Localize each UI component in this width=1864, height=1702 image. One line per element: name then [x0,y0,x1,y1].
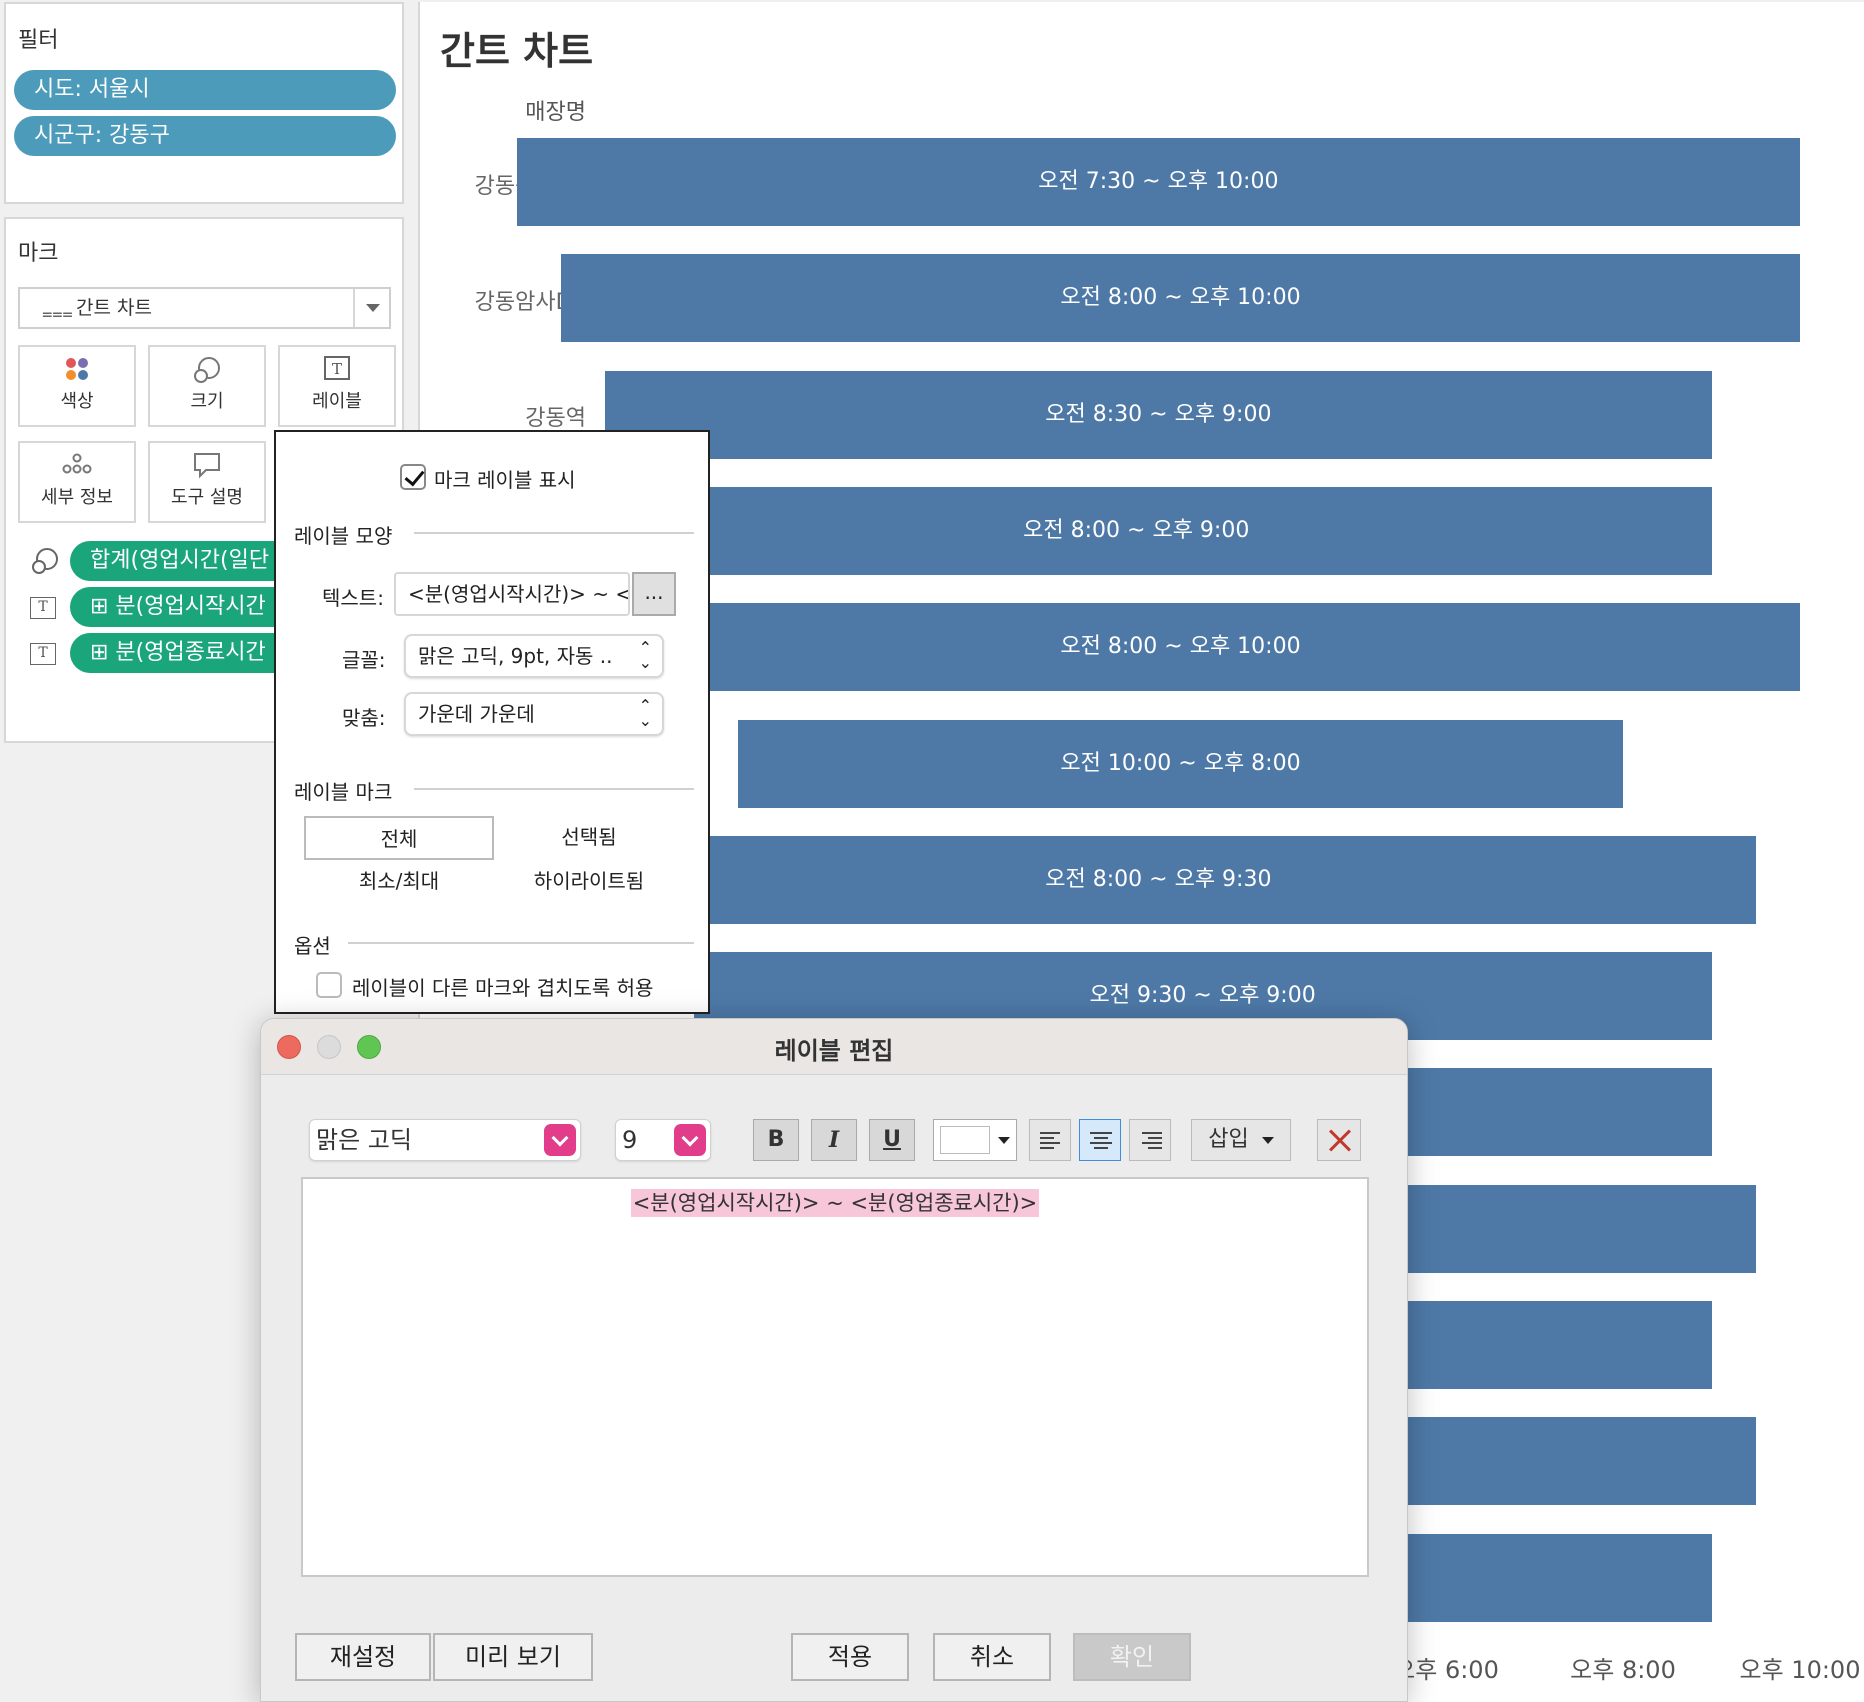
x-tick-label: 오후 6:00 [1393,1656,1499,1684]
up-down-icon: ⌃ ⌄ [638,638,652,672]
align-left-button[interactable] [1029,1119,1071,1161]
label-marks-all[interactable]: 전체 [304,816,494,860]
chart-title: 간트 차트 [440,29,594,73]
apply-button[interactable]: 적용 [791,1633,909,1681]
tooltip-label: 도구 설명 [171,487,243,508]
filters-title: 필터 [18,28,59,53]
detail-button[interactable]: 세부 정보 [18,441,136,523]
font-field-label: 글꼴: [342,648,386,672]
font-color-picker[interactable] [933,1119,1017,1161]
edit-label-dialog: 레이블 편집 맑은 고딕 9 B I U 삽입 <분(영업시작시간)> ~ <분… [260,1018,1408,1702]
align-select-value: 가운데 가운데 [418,702,535,726]
insert-menu-button[interactable]: 삽입 [1191,1119,1291,1161]
gantt-bar[interactable]: 오전 8:00 ~ 오후 10:00 [561,603,1800,692]
x-tick-label: 오후 8:00 [1570,1656,1676,1684]
font-size-select[interactable]: 9 [615,1119,711,1161]
label-button[interactable]: T 레이블 [278,345,396,427]
gantt-bar[interactable]: 오전 8:00 ~ 오후 9:00 [561,486,1712,575]
gantt-bar[interactable]: 오전 7:30 ~ 오후 10:00 [516,138,1800,226]
chevron-down-icon [998,1137,1010,1144]
align-center-button[interactable] [1079,1119,1121,1161]
color-label: 색상 [60,391,94,412]
options-section-title: 옵션 [294,934,331,958]
detail-label: 세부 정보 [41,487,113,508]
label-shelf-icon: T [30,597,56,619]
allow-overlap-checkbox[interactable] [316,972,342,998]
clear-formatting-icon[interactable] [1317,1119,1361,1161]
allow-overlap-text: 레이블이 다른 마크와 겹치도록 허용 [352,976,654,1000]
editor-content: <분(영업시작시간)> ~ <분(영업종료시간)> [303,1187,1367,1217]
label-popup: 마크 레이블 표시 레이블 모양 텍스트: <분(영업시작시간)> ~ <분( … [274,430,710,1014]
font-select-value: 맑은 고딕, 9pt, 자동 .. [418,644,613,668]
size-shelf-icon [30,546,60,580]
dialog-title: 레이블 편집 [774,1037,894,1065]
x-tick-label: 오후 10:00 [1739,1656,1861,1684]
underline-button[interactable]: U [869,1119,915,1161]
color-dots-icon [20,347,134,387]
font-select[interactable]: 맑은 고딕, 9pt, 자동 .. ⌃ ⌄ [404,634,664,678]
label-marks-selected[interactable]: 선택됨 [494,816,684,860]
chevron-down-icon [674,1124,706,1156]
gantt-bar[interactable]: 오전 8:00 ~ 오후 10:00 [561,254,1800,343]
chevron-down-icon[interactable] [353,289,389,327]
show-labels-text: 마크 레이블 표시 [434,468,576,492]
marks-title: 마크 [18,241,59,266]
gantt-bar[interactable]: 오전 10:00 ~ 오후 8:00 [738,719,1623,808]
svg-text:T: T [332,360,342,378]
preview-button[interactable]: 미리 보기 [433,1633,593,1681]
label-text-field[interactable]: <분(영업시작시간)> ~ <분( [394,572,630,616]
font-size-value: 9 [622,1126,638,1154]
insert-label: 삽입 [1208,1127,1249,1152]
size-label: 크기 [190,391,224,412]
filter-pill-sido[interactable]: 시도: 서울시 [14,70,396,110]
ok-button: 확인 [1073,1633,1191,1681]
tooltip-button[interactable]: 도구 설명 [148,441,266,523]
chevron-down-icon [544,1124,576,1156]
cancel-button[interactable]: 취소 [933,1633,1051,1681]
filter-pill-sigungu[interactable]: 시군구: 강동구 [14,116,396,156]
mark-type-label: 간트 차트 [76,297,152,319]
text-field-label: 텍스트: [322,586,384,610]
align-right-button[interactable] [1129,1119,1171,1161]
label-marks-section-title: 레이블 마크 [294,780,393,804]
reset-button[interactable]: 재설정 [295,1633,431,1681]
label-marks-minmax[interactable]: 최소/최대 [304,860,494,904]
align-select[interactable]: 가운데 가운데 ⌃ ⌄ [404,692,664,736]
label-label: 레이블 [312,391,362,412]
field-token-text: <분(영업시작시간)> ~ <분(영업종료시간)> [630,1189,1040,1217]
show-labels-checkbox[interactable] [400,464,426,490]
row-header: 매장명 [525,100,586,125]
font-family-select[interactable]: 맑은 고딕 [309,1119,581,1161]
up-down-icon: ⌃ ⌄ [638,696,652,730]
row-label: 강동역 [525,406,586,431]
gantt-bar[interactable]: 오전 8:00 ~ 오후 9:30 [561,835,1756,924]
dialog-titlebar: 레이블 편집 [261,1019,1407,1075]
divider [348,942,694,944]
label-shelf-icon: T [30,643,56,665]
color-swatch [940,1126,990,1154]
edit-text-button[interactable]: ... [632,572,676,616]
gantt-icon: ⩶ [42,303,73,324]
align-field-label: 맞춤: [342,706,386,730]
color-button[interactable]: 색상 [18,345,136,427]
bold-button[interactable]: B [753,1119,799,1161]
gantt-bar[interactable]: 오전 8:30 ~ 오후 9:00 [605,370,1712,459]
appearance-section-title: 레이블 모양 [294,524,393,548]
size-icon [150,347,264,387]
text-t-icon: T [280,347,394,387]
chevron-down-icon [1261,1136,1274,1144]
speech-bubble-icon [150,443,264,483]
size-button[interactable]: 크기 [148,345,266,427]
label-text-editor[interactable]: <분(영업시작시간)> ~ <분(영업종료시간)> [301,1177,1369,1577]
italic-button[interactable]: I [811,1119,857,1161]
filters-panel: 필터 시도: 서울시 시군구: 강동구 [4,2,404,204]
divider [414,532,694,534]
detail-dots-icon [20,443,134,483]
font-family-value: 맑은 고딕 [316,1126,412,1154]
divider [414,788,694,790]
label-marks-highlighted[interactable]: 하이라이트됨 [494,860,684,904]
mark-type-dropdown[interactable]: ⩶ 간트 차트 [18,287,391,329]
